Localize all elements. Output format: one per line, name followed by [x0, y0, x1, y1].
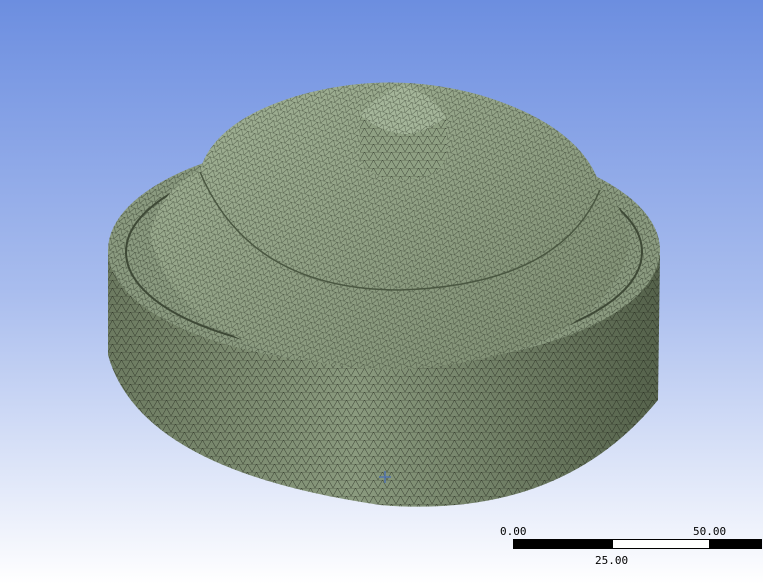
scale-mid-label: 25.00 — [595, 554, 629, 567]
scale-ruler — [513, 539, 762, 549]
scale-max-label: 50.00 — [693, 525, 727, 538]
scale-bar: 0.00 50.00 25.00 — [497, 526, 763, 570]
graphics-viewport[interactable]: 0.00 50.00 25.00 — [0, 0, 763, 584]
scale-min-label: 0.00 — [500, 525, 527, 538]
origin-cross-icon — [379, 471, 391, 483]
meshed-part-icon[interactable] — [0, 0, 763, 584]
